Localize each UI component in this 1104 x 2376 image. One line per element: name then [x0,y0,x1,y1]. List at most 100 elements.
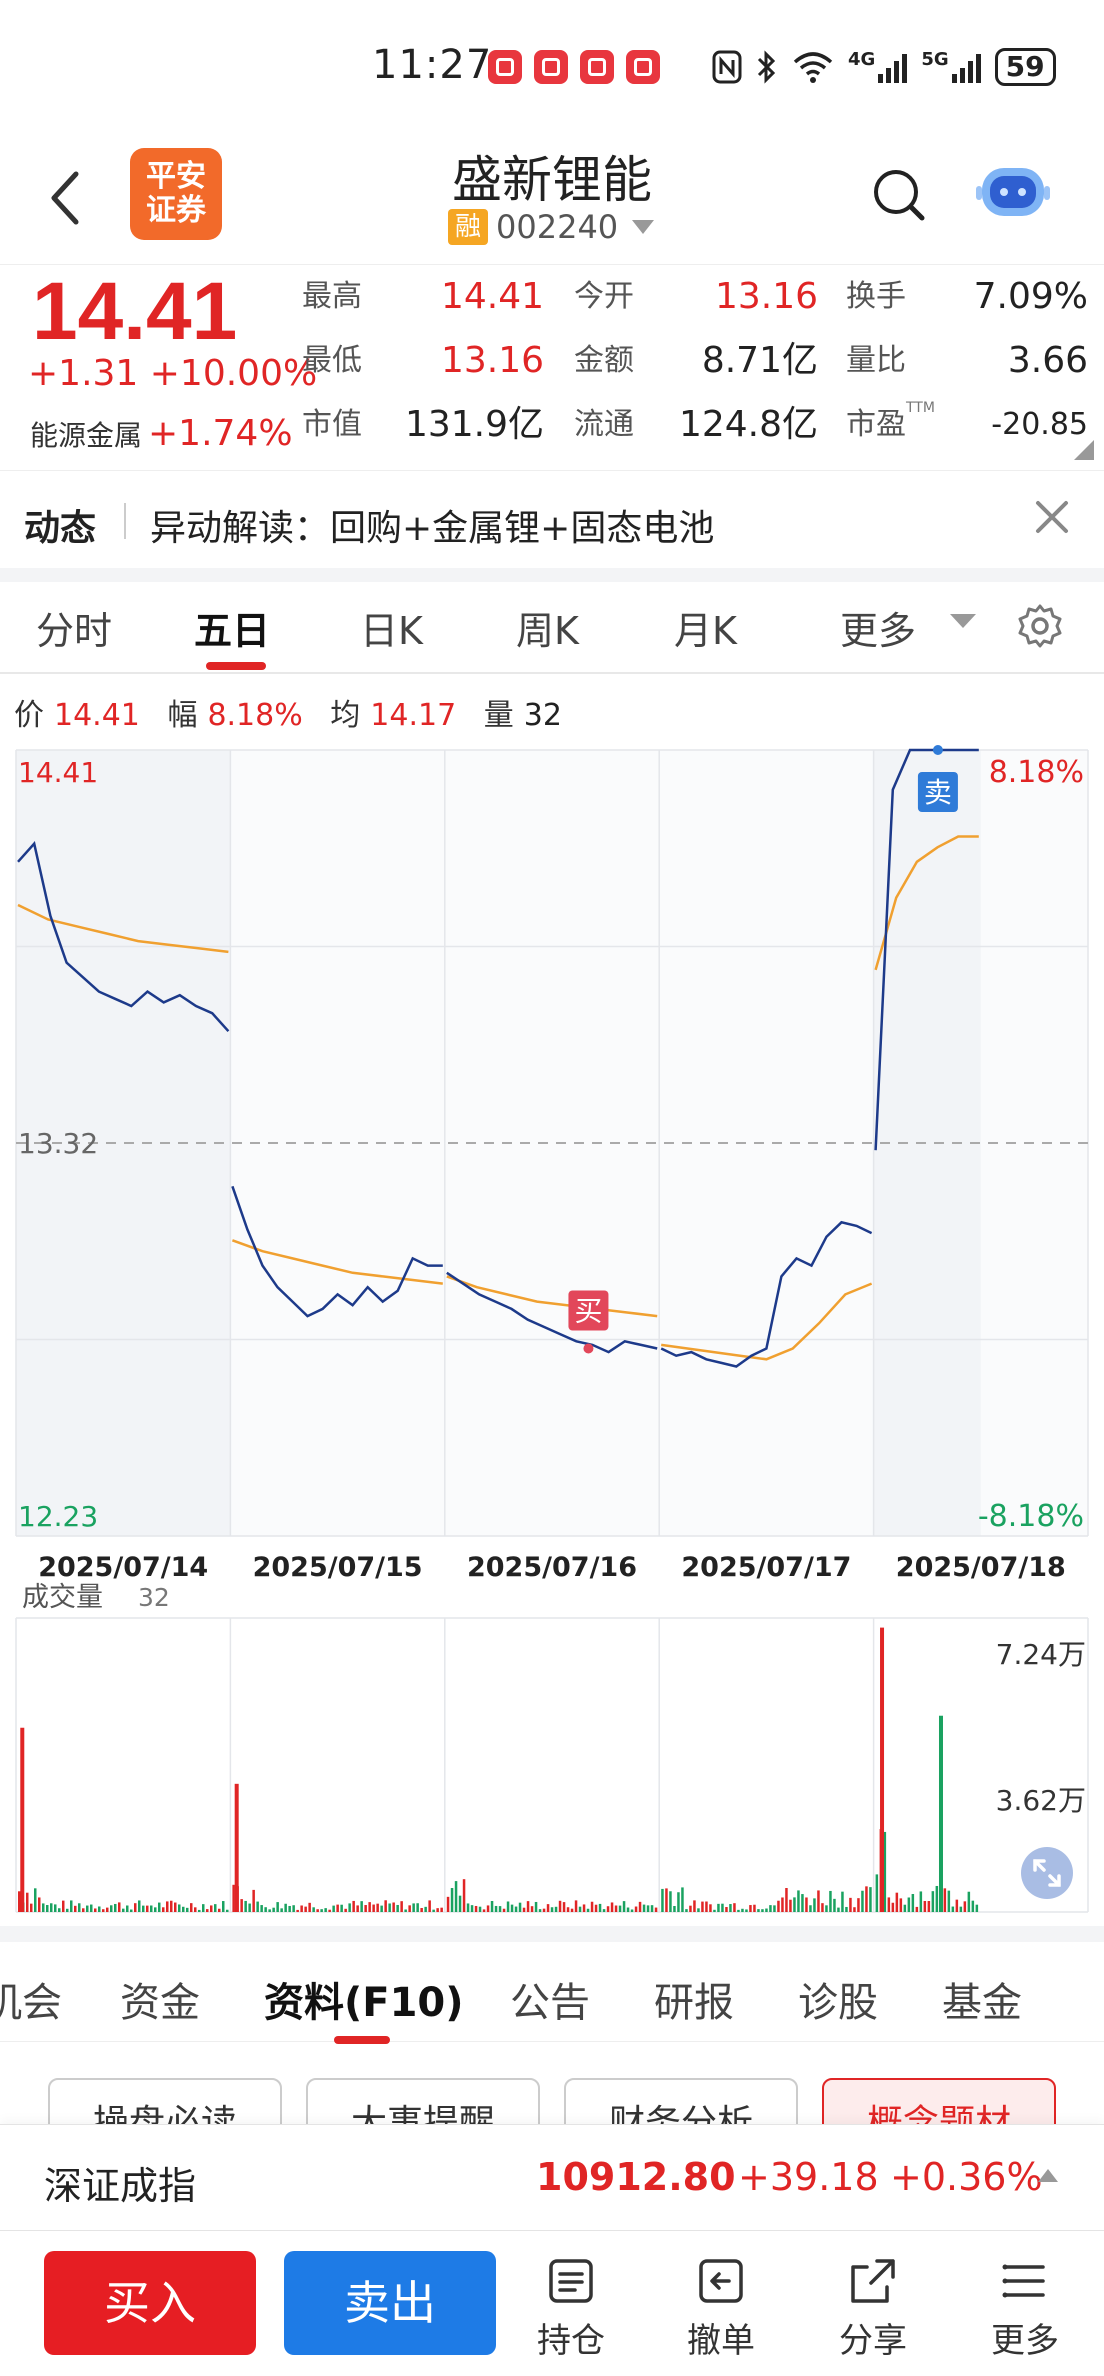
volume-bar [701,1901,704,1912]
volume-bar [352,1900,355,1912]
volume-bar [462,1879,466,1912]
sell-button[interactable]: 卖出 [284,2251,496,2355]
expand-corner-icon[interactable] [1074,440,1094,460]
volume-bar [923,1900,927,1912]
volume-bar [222,1901,225,1912]
tab-more[interactable]: 更多 [840,600,916,655]
tab-intraday[interactable]: 分时 [36,600,112,655]
index-pct: +0.36% [890,2155,1043,2199]
chevron-down-icon [632,220,655,234]
five-day-chart[interactable]: 买 卖 14.41 13.32 12.23 8.18% -8.18% 2025/07/14 20… [0,740,1104,1920]
ai-assistant-robot-icon[interactable] [974,156,1052,228]
volume-bar [106,1907,109,1912]
app-notification-icon [488,50,522,84]
volume-bar [300,1905,303,1912]
volume-bar [614,1905,618,1912]
app-header: 平安 证券 盛新锂能 融 002240 [0,136,1104,264]
volume-bar [46,1905,49,1912]
chip-events[interactable]: 大事提醒 [306,2078,540,2124]
volume-bar [697,1908,700,1912]
volume-bar [198,1909,201,1912]
tab-diagnosis[interactable]: 诊股 [798,1970,878,2028]
app-notification-icon [580,50,614,84]
nav-share[interactable]: 分享 [818,2255,928,2362]
volume-bar [328,1909,331,1912]
active-tab-indicator [206,662,266,670]
f10-chips: 操盘必读 大事提醒 财务分析 概念题材 [0,2060,1104,2124]
volume-bar [134,1903,137,1912]
news-headline[interactable]: 异动解读：回购+金属锂+固态电池 [150,499,714,551]
volume-label: 成交量 [22,1582,103,1613]
pct-max-label: 8.18% [989,755,1084,790]
chip-operation-guide[interactable]: 操盘必读 [48,2078,282,2124]
tab-fund[interactable]: 基金 [942,1970,1022,2028]
chevron-up-icon[interactable] [1038,2169,1058,2182]
volume-bar [630,1909,634,1912]
volume-bar [801,1894,804,1912]
section-divider [0,568,1104,582]
volume-bar [170,1900,173,1912]
margin-badge: 融 [448,209,488,245]
nav-cancel-order[interactable]: 撤单 [666,2255,776,2362]
volume-bar [356,1905,359,1912]
tab-research[interactable]: 研报 [654,1970,734,2028]
close-icon[interactable] [1030,495,1074,539]
tab-five-day[interactable]: 五日 [194,600,270,655]
fullscreen-icon[interactable] [1020,1846,1074,1900]
info-price: 14.41 [54,698,140,733]
float-cap-label: 流通 [574,407,634,442]
share-icon [851,2259,895,2303]
volume-bar [665,1888,668,1912]
stock-name[interactable]: 盛新锂能 [0,140,1104,212]
nav-cancel-label: 撤单 [687,2321,755,2361]
low-value: 13.16 [440,340,544,381]
volume-bar [372,1904,375,1912]
volume-bar [829,1890,832,1912]
tab-opportunity[interactable]: 机会 [0,1970,62,2028]
volume-bar [142,1905,145,1912]
chip-concepts[interactable]: 概念题材 [822,2078,1056,2124]
volume-bar [486,1905,490,1912]
news-bar[interactable]: 动态 异动解读：回购+金属锂+固态电池 [0,470,1104,568]
volume-value: 32 [138,1583,170,1612]
tab-f10[interactable]: 资料(F10) [264,1970,464,2028]
sector-info[interactable]: 能源金属 +1.74% [30,413,293,454]
tab-daily-k[interactable]: 日K [360,600,423,655]
volume-bar [602,1909,606,1912]
volume-bar [70,1900,73,1912]
volume-bar [550,1907,554,1912]
volume-bar [558,1900,562,1912]
volume-bar [332,1905,335,1912]
volume-bar [182,1906,185,1912]
volume-bar [186,1907,189,1912]
volume-bar [348,1903,351,1912]
volume-bar [927,1900,931,1912]
volume-bar [975,1904,979,1912]
volume-bar [312,1907,315,1912]
nav-more[interactable]: 更多 [970,2255,1080,2362]
nav-share-label: 分享 [839,2321,907,2361]
stock-code-selector[interactable]: 融 002240 [448,208,655,246]
volume-peak-bar [20,1727,25,1912]
tab-weekly-k[interactable]: 周K [516,600,579,655]
nav-holdings[interactable]: 持仓 [516,2255,626,2362]
chip-financial-analysis[interactable]: 财务分析 [564,2078,798,2124]
tab-announcements[interactable]: 公告 [510,1970,590,2028]
tab-monthly-k[interactable]: 月K [674,600,737,655]
volume-bar [566,1907,570,1912]
volume-bar [518,1902,522,1912]
pe-label: 市盈TTM [846,393,935,457]
volume-bar [288,1905,291,1912]
info-amp: 8.18% [207,698,303,733]
bluetooth-icon [757,50,776,84]
volume-bar [30,1903,33,1912]
buy-button[interactable]: 买入 [44,2251,256,2355]
volume-bar [646,1905,650,1912]
signal-5g-icon: 5G [921,48,949,70]
pct-min-label: -8.18% [978,1499,1084,1534]
search-icon[interactable] [870,166,928,224]
index-ticker[interactable]: 深证成指 10912.80 +39.18 +0.36% [0,2124,1104,2230]
tab-capital[interactable]: 资金 [120,1970,200,2028]
volume-ratio-value: 3.66 [1007,340,1088,381]
gear-icon[interactable] [1016,602,1064,650]
